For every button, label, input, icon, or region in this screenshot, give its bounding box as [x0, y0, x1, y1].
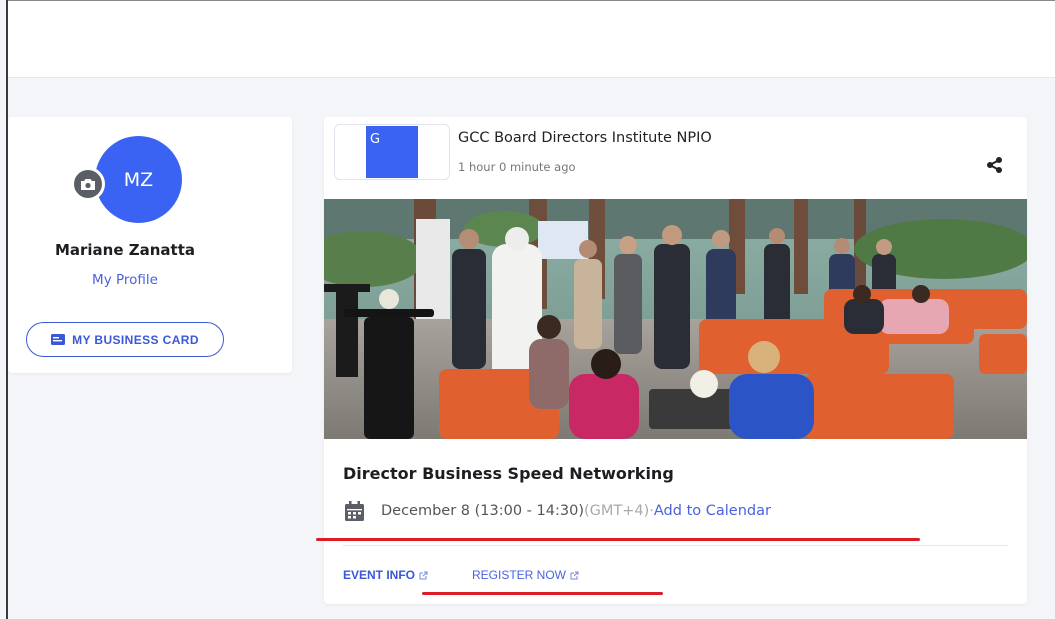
register-now-label: REGISTER NOW	[472, 568, 567, 582]
annotation-underline-date	[316, 538, 920, 541]
business-card-icon	[51, 334, 66, 345]
org-logo-frame[interactable]: G	[334, 124, 450, 180]
org-logo-letter: G	[370, 132, 381, 147]
external-link-icon	[419, 571, 428, 579]
annotation-underline-register	[422, 592, 663, 595]
event-photo	[324, 199, 1027, 439]
calendar-icon	[344, 501, 365, 522]
add-to-calendar-link[interactable]: Add to Calendar	[654, 503, 771, 519]
profile-card: MZ Mariane Zanatta My Profile MY BUSINES…	[8, 117, 292, 373]
org-logo: G	[366, 126, 418, 178]
event-timezone: (GMT+4)	[583, 503, 650, 519]
camera-icon[interactable]	[71, 167, 105, 201]
avatar[interactable]: MZ	[95, 136, 182, 223]
event-post-card: G GCC Board Directors Institute NPIO 1 h…	[324, 117, 1027, 604]
register-now-button[interactable]: REGISTER NOW	[472, 568, 579, 582]
post-timestamp: 1 hour 0 minute ago	[458, 160, 576, 174]
my-business-card-button[interactable]: MY BUSINESS CARD	[26, 322, 224, 357]
profile-name: Mariane Zanatta	[54, 241, 196, 259]
org-name[interactable]: GCC Board Directors Institute NPIO	[458, 130, 712, 146]
my-profile-link[interactable]: My Profile	[8, 272, 242, 288]
card-divider	[343, 545, 1008, 546]
event-title[interactable]: Director Business Speed Networking	[343, 464, 674, 483]
event-info-label: EVENT INFO	[343, 568, 416, 582]
business-card-label: MY BUSINESS CARD	[72, 332, 199, 347]
external-link-icon	[570, 571, 579, 579]
top-header-bar	[8, 1, 1055, 78]
event-date: December 8 (13:00 - 14:30)	[381, 503, 584, 519]
event-date-line: December 8 (13:00 - 14:30)(GMT+4)·Add to…	[381, 503, 771, 519]
event-info-button[interactable]: EVENT INFO	[343, 568, 428, 582]
share-icon[interactable]	[985, 155, 1005, 175]
avatar-initials: MZ	[123, 168, 154, 191]
